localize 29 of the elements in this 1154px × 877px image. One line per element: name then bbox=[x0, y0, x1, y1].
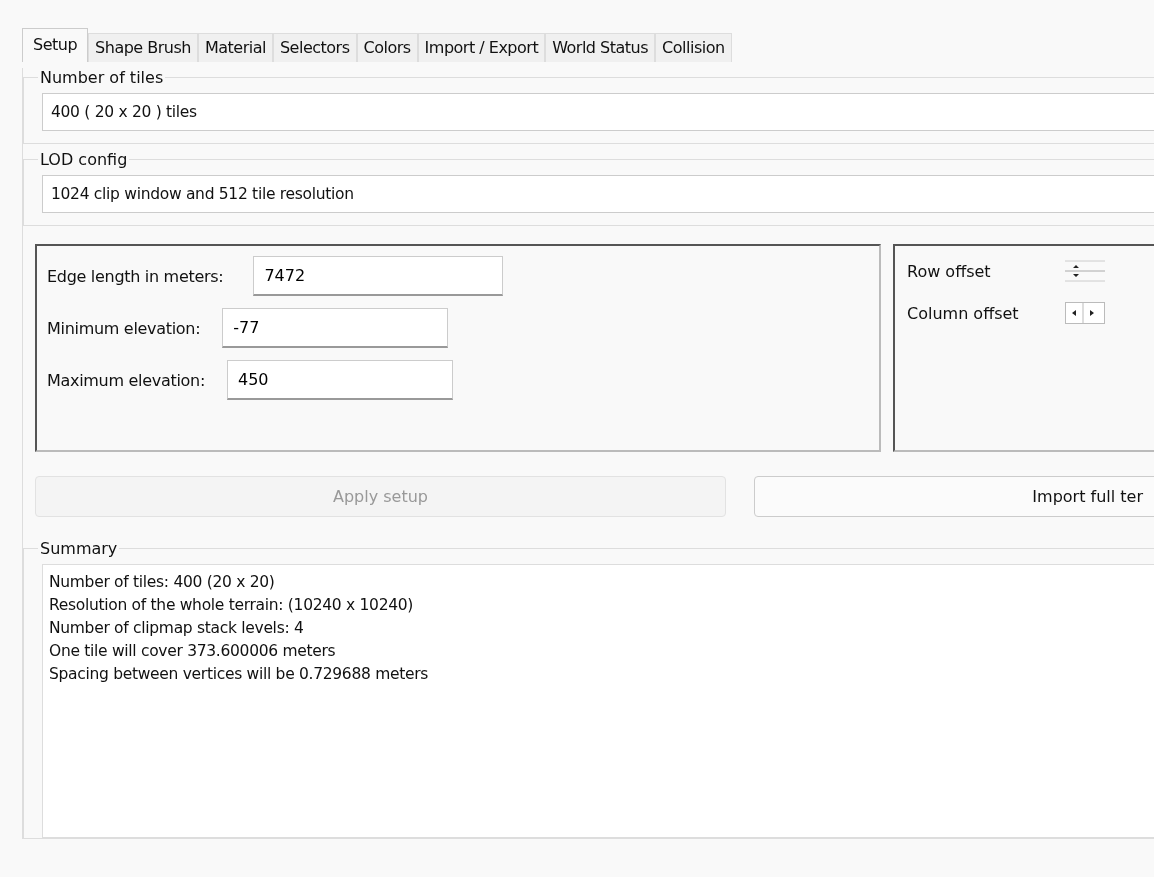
spin-arrows-icon[interactable] bbox=[1065, 260, 1105, 282]
field-label: Row offset bbox=[907, 261, 992, 281]
group-title: LOD config bbox=[39, 150, 129, 169]
input-field[interactable]: 450 bbox=[226, 360, 453, 400]
tab[interactable]: Material bbox=[197, 33, 273, 62]
summary-line: One tile will cover 373.600006 meters bbox=[49, 641, 337, 662]
lod-dropdown[interactable]: 1024 clip window and 512 tile resolution bbox=[42, 175, 1154, 213]
group-title: Number of tiles bbox=[39, 68, 165, 87]
scroll-arrows-icon[interactable] bbox=[1065, 302, 1105, 324]
tab[interactable]: Shape Brush bbox=[88, 33, 198, 62]
summary-line: Resolution of the whole terrain: (10240 x 10240) bbox=[49, 595, 415, 616]
field-label: Maximum elevation: bbox=[47, 370, 205, 390]
field-label: Minimum elevation: bbox=[47, 318, 201, 338]
tiles-dropdown[interactable]: 400 ( 20 x 20 ) tiles bbox=[42, 93, 1154, 131]
group-title: Summary bbox=[39, 539, 119, 558]
summary-line: Spacing between vertices will be 0.729688 meters bbox=[49, 664, 430, 685]
field-label: Edge length in meters: bbox=[47, 266, 224, 286]
tab[interactable]: Import / Export bbox=[417, 33, 546, 62]
tab[interactable]: Colors bbox=[356, 33, 418, 62]
tab[interactable]: World Status bbox=[545, 33, 656, 62]
tab[interactable]: Collision bbox=[655, 33, 732, 62]
action-button[interactable]: Import full ter bbox=[754, 476, 1154, 517]
input-field[interactable]: 7472 bbox=[253, 256, 504, 296]
input-field[interactable]: -77 bbox=[222, 308, 449, 348]
field-label: Column offset bbox=[907, 303, 1020, 323]
tab[interactable]: Selectors bbox=[272, 33, 357, 62]
tab[interactable]: Setup bbox=[22, 28, 89, 62]
summary-line: Number of tiles: 400 (20 x 20) bbox=[49, 572, 276, 593]
summary-line: Number of clipmap stack levels: 4 bbox=[49, 618, 305, 639]
